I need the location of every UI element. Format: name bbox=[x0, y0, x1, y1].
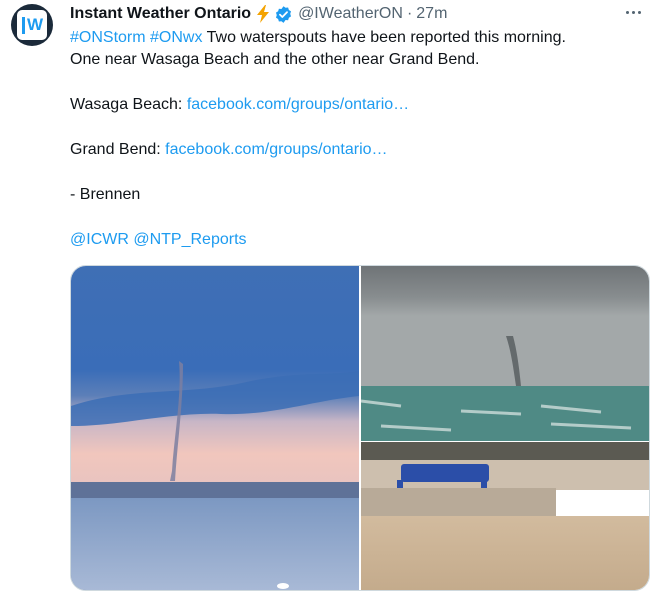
hashtag-onwx[interactable]: #ONwx bbox=[150, 29, 202, 46]
tweet-intro: #ONStorm #ONwx Two waterspouts have been… bbox=[70, 27, 645, 49]
avatar[interactable]: W bbox=[11, 4, 53, 46]
verified-badge-icon[interactable] bbox=[274, 5, 293, 24]
intro-line-2: One near Wasaga Beach and the other near… bbox=[70, 51, 480, 68]
iw-logo: W bbox=[17, 10, 47, 40]
mention-ntp-reports[interactable]: @NTP_Reports bbox=[133, 231, 246, 248]
mention-icwr[interactable]: @ICWR bbox=[70, 231, 129, 248]
waterspout-photo-grand-bend[interactable] bbox=[361, 266, 649, 590]
intro-text: Two waterspouts have been reported this … bbox=[202, 29, 566, 46]
account-handle[interactable]: @IWeatherON bbox=[298, 5, 403, 23]
hashtag-onstorm[interactable]: #ONStorm bbox=[70, 29, 146, 46]
wasaga-label: Wasaga Beach: bbox=[70, 96, 187, 113]
logo-letter: W bbox=[26, 15, 44, 34]
grandbend-label: Grand Bend: bbox=[70, 141, 166, 158]
tweet-text: #ONStorm #ONwx Two waterspouts have been… bbox=[70, 27, 645, 251]
timestamp[interactable]: 27m bbox=[416, 5, 447, 23]
tweet-header: Instant Weather Ontario @IWeatherON · 27… bbox=[70, 3, 635, 25]
wasaga-line: Wasaga Beach: facebook.com/groups/ontari… bbox=[70, 94, 645, 116]
separator: · bbox=[406, 5, 413, 22]
tweet-media bbox=[70, 265, 650, 591]
grandbend-link[interactable]: facebook.com/groups/ontario… bbox=[165, 141, 387, 158]
mentions: @ICWR @NTP_Reports bbox=[70, 229, 645, 251]
lightning-icon bbox=[255, 5, 271, 23]
grandbend-line: Grand Bend: facebook.com/groups/ontario… bbox=[70, 139, 645, 161]
account-name[interactable]: Instant Weather Ontario bbox=[70, 5, 251, 23]
more-options-icon[interactable] bbox=[621, 2, 645, 22]
wasaga-link[interactable]: facebook.com/groups/ontario… bbox=[187, 96, 409, 113]
signature: - Brennen bbox=[70, 186, 141, 203]
waterspout-photo-wasaga[interactable] bbox=[71, 266, 359, 590]
